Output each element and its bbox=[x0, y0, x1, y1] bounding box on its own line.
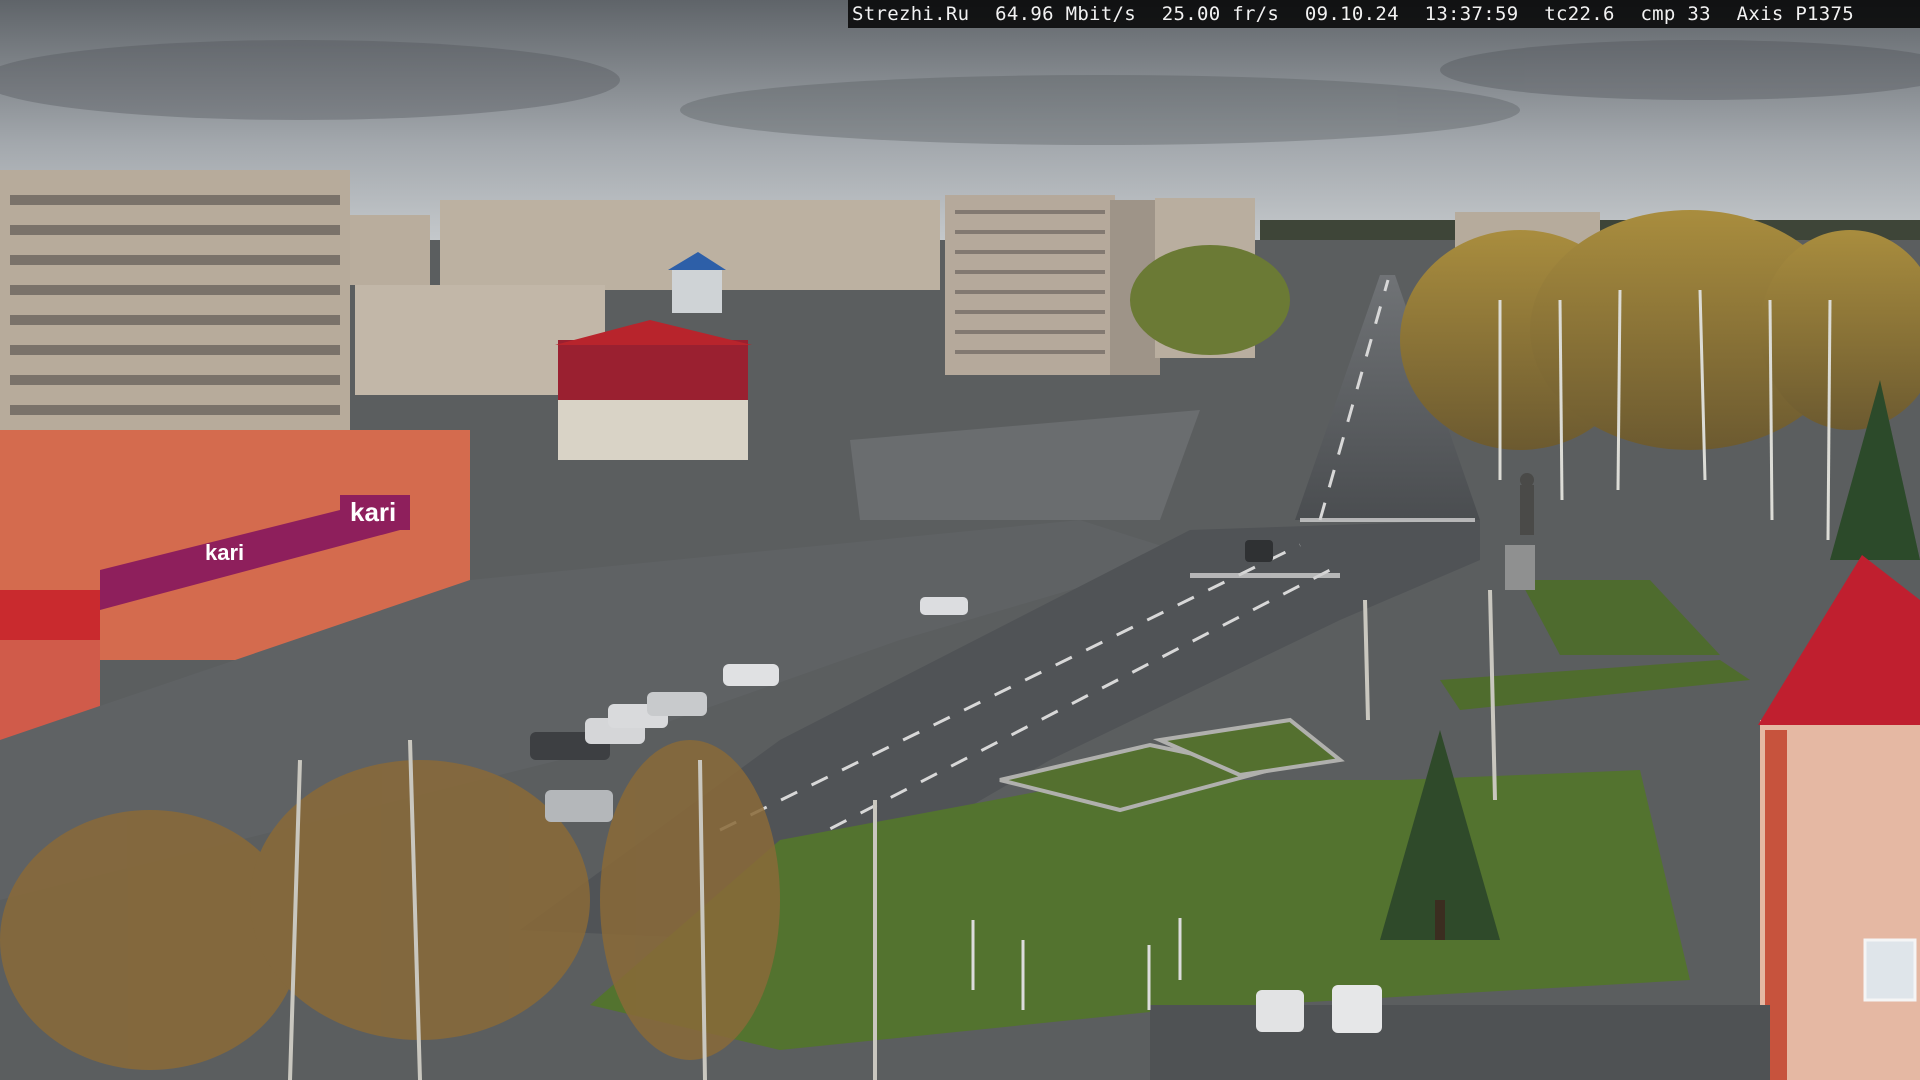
kari-sign-main: kari bbox=[350, 497, 396, 527]
green-trees-mid bbox=[1130, 245, 1290, 355]
street-scene: kari kari bbox=[0, 0, 1920, 1080]
osd-tc: tc22.6 bbox=[1544, 3, 1615, 25]
webcam-frame: kari kari Strezhi.Ru 64.96 Mbit/s 25.00 … bbox=[0, 0, 1920, 1080]
osd-site: Strezhi.Ru bbox=[852, 3, 970, 25]
osd-time: 13:37:59 bbox=[1424, 3, 1519, 25]
osd-camera-model: Axis P1375 bbox=[1736, 3, 1855, 25]
lower-parking bbox=[1150, 1005, 1770, 1080]
osd-cmp: cmp 33 bbox=[1640, 3, 1711, 25]
camera-osd-overlay: Strezhi.Ru 64.96 Mbit/s 25.00 fr/s 09.10… bbox=[848, 0, 1920, 28]
osd-framerate: 25.00 fr/s bbox=[1161, 3, 1280, 25]
kari-sign-side: kari bbox=[205, 540, 244, 565]
red-roof-building bbox=[555, 320, 752, 460]
osd-date: 09.10.24 bbox=[1304, 3, 1399, 25]
birch-grove-right bbox=[1400, 210, 1920, 450]
osd-bitrate: 64.96 Mbit/s bbox=[995, 3, 1137, 25]
